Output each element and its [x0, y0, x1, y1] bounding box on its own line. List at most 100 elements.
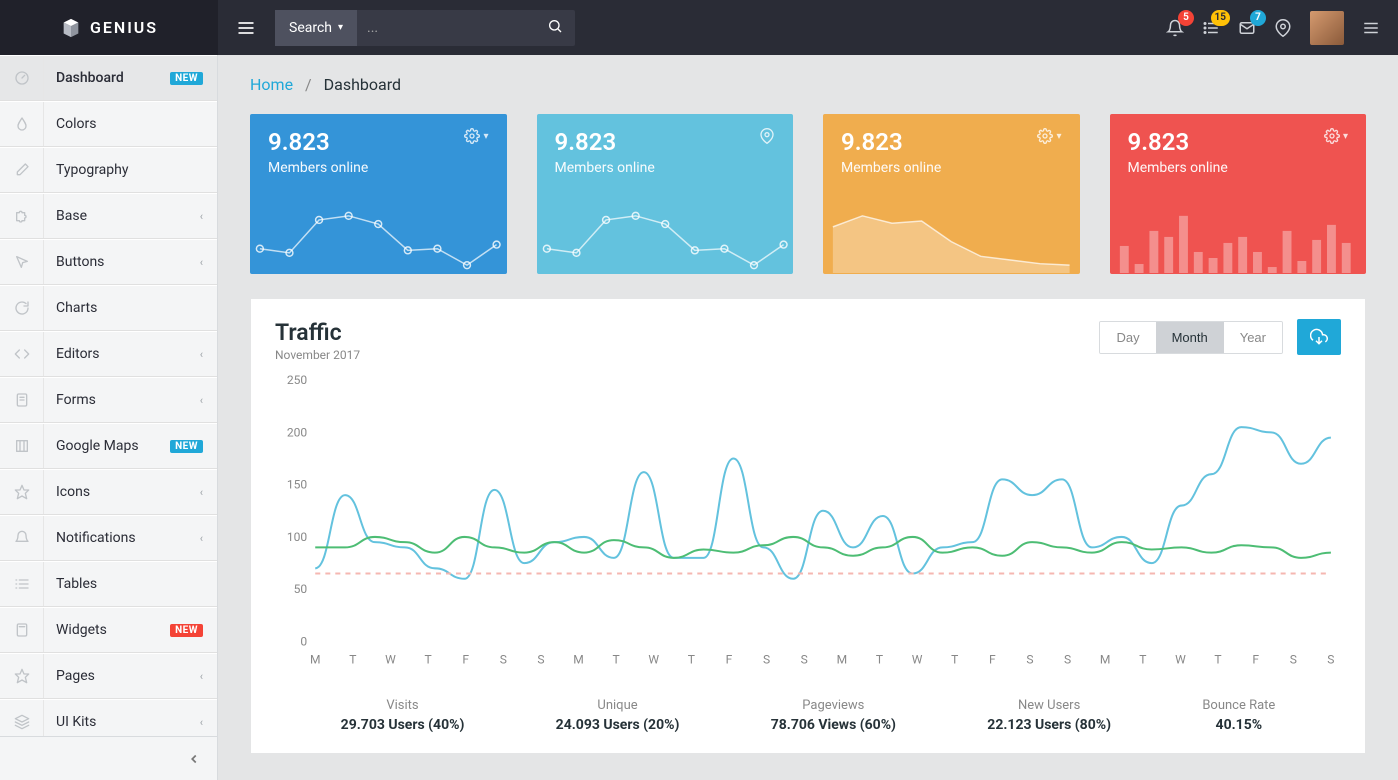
sparkline-chart [823, 204, 1080, 274]
stat-label: Members online [1128, 160, 1228, 176]
stat-value: 9.823 [841, 128, 941, 156]
stat-card: 9.823Members online▾ [1110, 114, 1367, 274]
download-button[interactable] [1297, 319, 1341, 355]
svg-text:T: T [424, 653, 431, 667]
sidebar-toggle-button[interactable] [218, 0, 273, 55]
sidebar-collapse-button[interactable] [0, 736, 217, 780]
sidebar-item-typography[interactable]: Typography [0, 147, 217, 193]
traffic-stat: Bounce Rate40.15% [1202, 698, 1275, 733]
location-pin-icon [1274, 19, 1292, 37]
svg-text:S: S [1064, 653, 1071, 667]
search-submit-button[interactable] [535, 18, 575, 38]
traffic-panel: Traffic November 2017 DayMonthYear 05010… [250, 298, 1366, 754]
svg-text:T: T [613, 653, 620, 667]
notifications-bell-button[interactable]: 5 [1166, 19, 1184, 37]
pencil-icon [0, 148, 44, 192]
stat-value: 9.823 [555, 128, 655, 156]
sidebar-item-editors[interactable]: Editors‹ [0, 331, 217, 377]
sidebar-item-forms[interactable]: Forms‹ [0, 377, 217, 423]
traffic-stat-label: Pageviews [771, 698, 896, 713]
traffic-chart: 050100150200250MTWTFSSMTWTFSSMTWTFSSMTWT… [275, 370, 1341, 690]
sidebar-item-label: Buttons [44, 254, 200, 270]
sidebar-item-ui-kits[interactable]: UI Kits‹ [0, 699, 217, 736]
traffic-stat: New Users22.123 Users (80%) [987, 698, 1111, 733]
bell-icon [0, 516, 44, 560]
breadcrumb-home-link[interactable]: Home [250, 75, 293, 94]
svg-text:150: 150 [287, 478, 308, 492]
speedometer-icon [0, 56, 44, 100]
sidebar-item-dashboard[interactable]: DashboardNEW [0, 55, 217, 101]
card-action-button[interactable]: ▾ [1037, 128, 1061, 144]
svg-text:S: S [763, 653, 770, 667]
period-option-month[interactable]: Month [1156, 322, 1224, 353]
brand-name: GENIUS [90, 18, 158, 37]
brand[interactable]: GENIUS [0, 0, 218, 55]
period-segmented-control: DayMonthYear [1099, 321, 1283, 354]
sparkline-chart [537, 204, 794, 274]
chevron-left-icon: ‹ [200, 394, 203, 407]
sidebar-item-charts[interactable]: Charts [0, 285, 217, 331]
search-input[interactable]: ... [357, 20, 535, 36]
traffic-stat-value: 24.093 Users (20%) [556, 717, 680, 733]
star-icon [0, 654, 44, 698]
menu-icon [236, 18, 256, 38]
sidebar-item-label: Widgets [44, 622, 170, 638]
svg-text:S: S [500, 653, 507, 667]
period-option-day[interactable]: Day [1100, 322, 1155, 353]
svg-text:W: W [385, 653, 396, 667]
sidebar-item-buttons[interactable]: Buttons‹ [0, 239, 217, 285]
gear-icon [1324, 128, 1340, 144]
card-action-button[interactable]: ▾ [464, 128, 488, 144]
svg-text:200: 200 [287, 425, 308, 439]
svg-text:M: M [310, 653, 321, 667]
code-icon [0, 332, 44, 376]
traffic-stat-label: Unique [556, 698, 680, 713]
gear-icon [464, 128, 480, 144]
sidebar-item-label: Editors [44, 346, 200, 362]
traffic-stat-value: 29.703 Users (40%) [341, 717, 465, 733]
right-panel-toggle-button[interactable] [1362, 19, 1380, 37]
chevron-left-icon: ‹ [200, 716, 203, 729]
caret-down-icon: ▾ [338, 22, 343, 33]
svg-text:T: T [349, 653, 356, 667]
svg-text:T: T [1214, 653, 1221, 667]
search-scope-dropdown[interactable]: Search ▾ [275, 10, 357, 46]
traffic-stat-label: Visits [341, 698, 465, 713]
cursor-icon [0, 240, 44, 284]
sidebar-item-label: Google Maps [44, 438, 170, 454]
stat-label: Members online [841, 160, 941, 176]
sidebar-item-google-maps[interactable]: Google MapsNEW [0, 423, 217, 469]
sidebar-item-icons[interactable]: Icons‹ [0, 469, 217, 515]
sidebar-item-badge: NEW [170, 72, 203, 85]
main-content: Home / Dashboard 9.823 Members online ▾ 9.8… [218, 55, 1398, 780]
sidebar-item-colors[interactable]: Colors [0, 101, 217, 147]
svg-text:T: T [876, 653, 883, 667]
sidebar-item-widgets[interactable]: WidgetsNEW [0, 607, 217, 653]
svg-text:250: 250 [287, 373, 308, 387]
sidebar-item-pages[interactable]: Pages‹ [0, 653, 217, 699]
traffic-subtitle: November 2017 [275, 348, 360, 362]
card-action-button[interactable]: ▾ [1324, 128, 1348, 144]
user-avatar[interactable] [1310, 11, 1344, 45]
layers-icon [0, 700, 44, 736]
messages-button[interactable]: 7 [1238, 19, 1256, 37]
sidebar-item-label: Dashboard [44, 70, 170, 86]
search-icon [547, 18, 563, 34]
sidebar-item-base[interactable]: Base‹ [0, 193, 217, 239]
sidebar-item-notifications[interactable]: Notifications‹ [0, 515, 217, 561]
svg-text:T: T [951, 653, 958, 667]
sidebar-item-label: Forms [44, 392, 200, 408]
calc-icon [0, 608, 44, 652]
search-scope-label: Search [289, 20, 332, 36]
svg-text:M: M [837, 653, 848, 667]
messages-badge: 7 [1250, 10, 1266, 26]
traffic-stat-label: New Users [987, 698, 1111, 713]
app-header: GENIUS Search ▾ ... 5 15 [0, 0, 1398, 55]
breadcrumb: Home / Dashboard [218, 55, 1398, 114]
tasks-button[interactable]: 15 [1202, 19, 1220, 37]
card-action-button[interactable] [759, 128, 775, 144]
sidebar-item-tables[interactable]: Tables [0, 561, 217, 607]
location-button[interactable] [1274, 19, 1292, 37]
period-option-year[interactable]: Year [1224, 322, 1282, 353]
star-icon [0, 470, 44, 514]
